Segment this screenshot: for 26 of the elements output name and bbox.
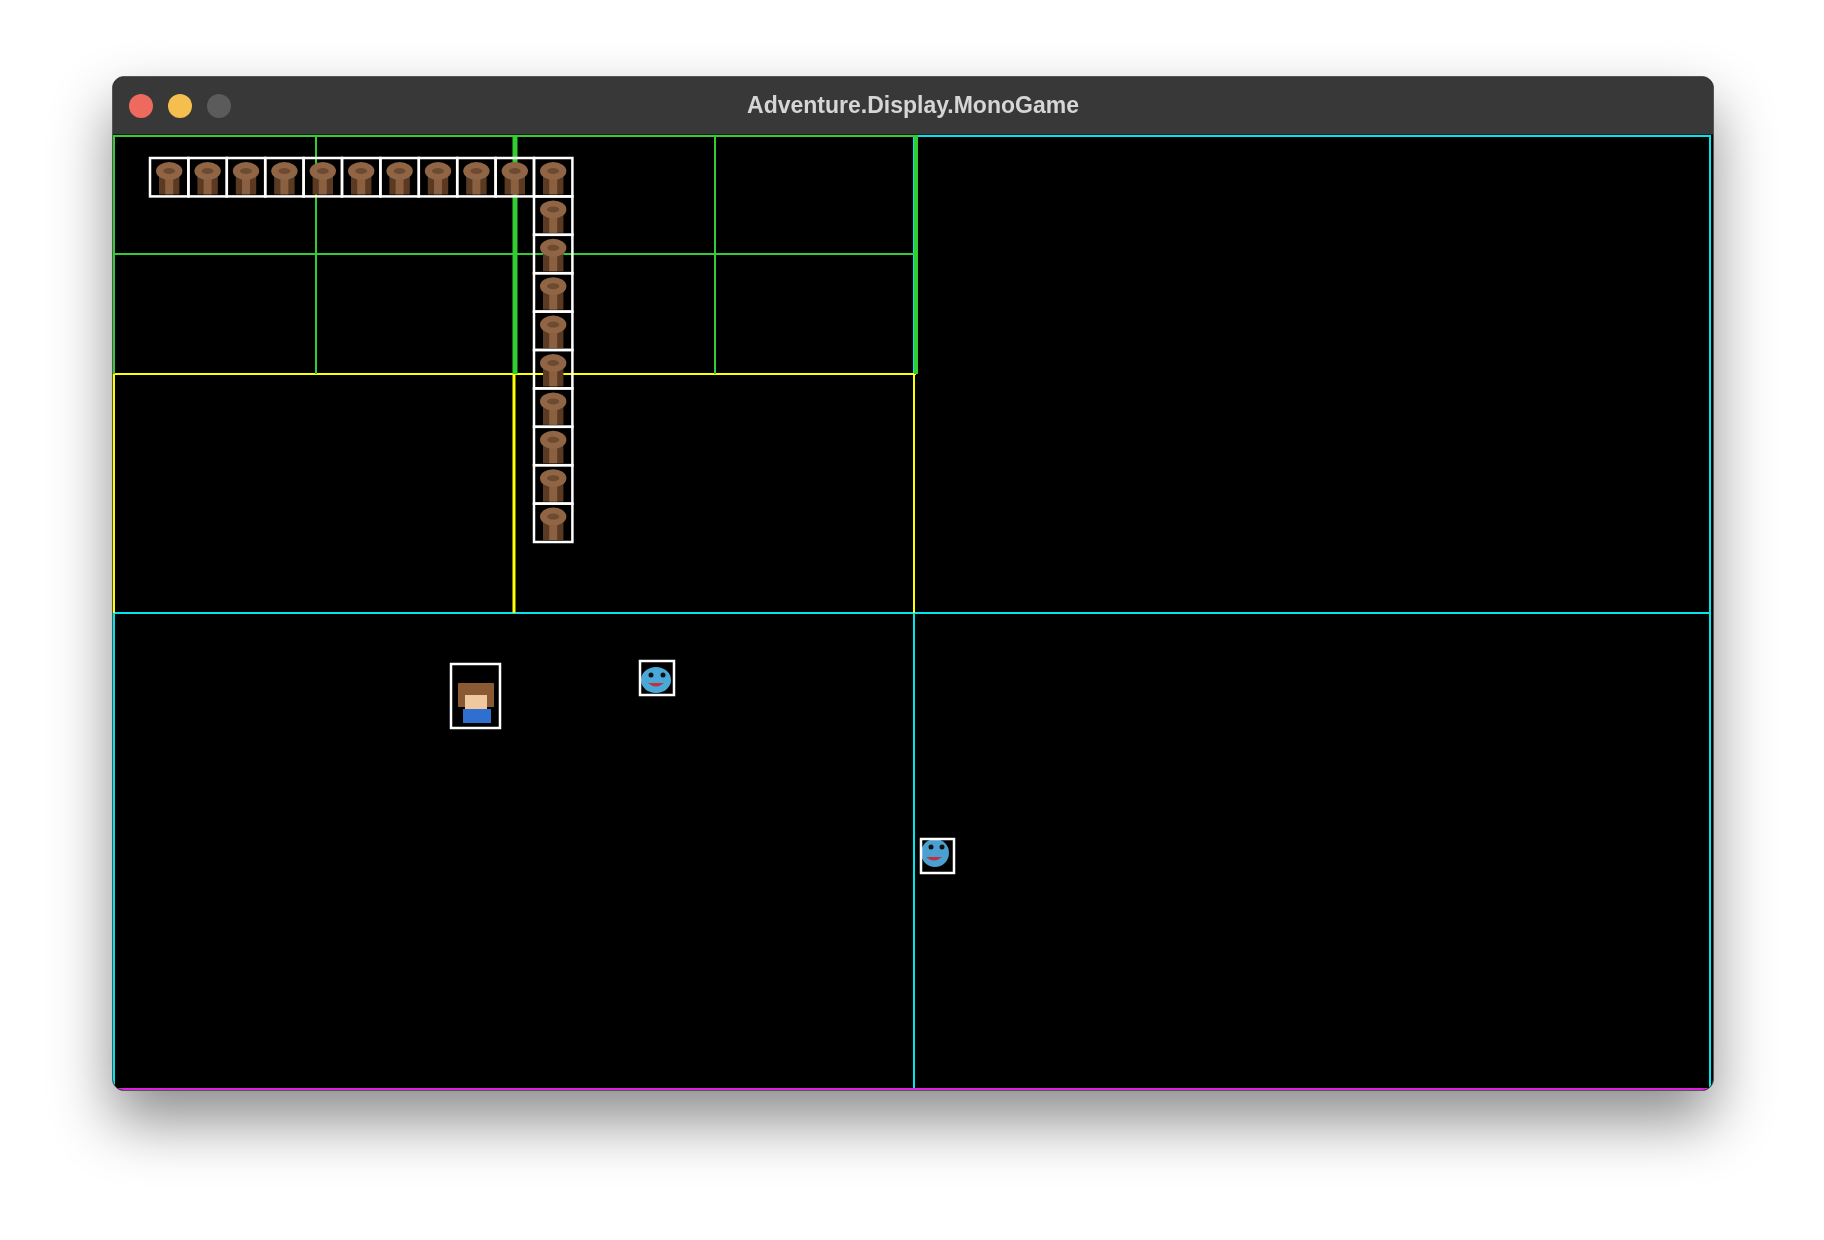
- tree-stump-sprite: [532, 310, 574, 352]
- tree-stump-sprite: [225, 156, 267, 198]
- tree-stump-sprite: [263, 156, 305, 198]
- slime-sprite: [919, 837, 956, 875]
- tree-stump-sprite: [417, 156, 459, 198]
- tree-stump-sprite: [532, 195, 574, 237]
- tree-stump-sprite: [340, 156, 382, 198]
- tree-stump-sprite: [148, 156, 190, 198]
- tree-stump-sprite: [532, 271, 574, 313]
- character-sprite: [449, 662, 502, 730]
- tree-stump-sprite: [532, 348, 574, 390]
- tree-stump-sprite: [532, 387, 574, 429]
- tree-stump-sprite: [187, 156, 229, 198]
- tree-stump-sprite: [532, 463, 574, 505]
- tree-stump-sprite: [532, 502, 574, 544]
- slime-sprite: [638, 659, 676, 697]
- tree-stump-sprite: [532, 233, 574, 275]
- tree-stump-sprite: [494, 156, 536, 198]
- tree-stump-sprite: [455, 156, 497, 198]
- close-button[interactable]: [129, 93, 153, 118]
- tree-stump-sprite: [532, 425, 574, 467]
- minimize-button[interactable]: [168, 93, 192, 118]
- tree-stump-sprite: [302, 156, 344, 198]
- tree-stump-sprite: [532, 156, 574, 198]
- window-title: Adventure.Display.MonoGame: [747, 92, 1079, 118]
- tree-stump-sprite: [379, 156, 421, 198]
